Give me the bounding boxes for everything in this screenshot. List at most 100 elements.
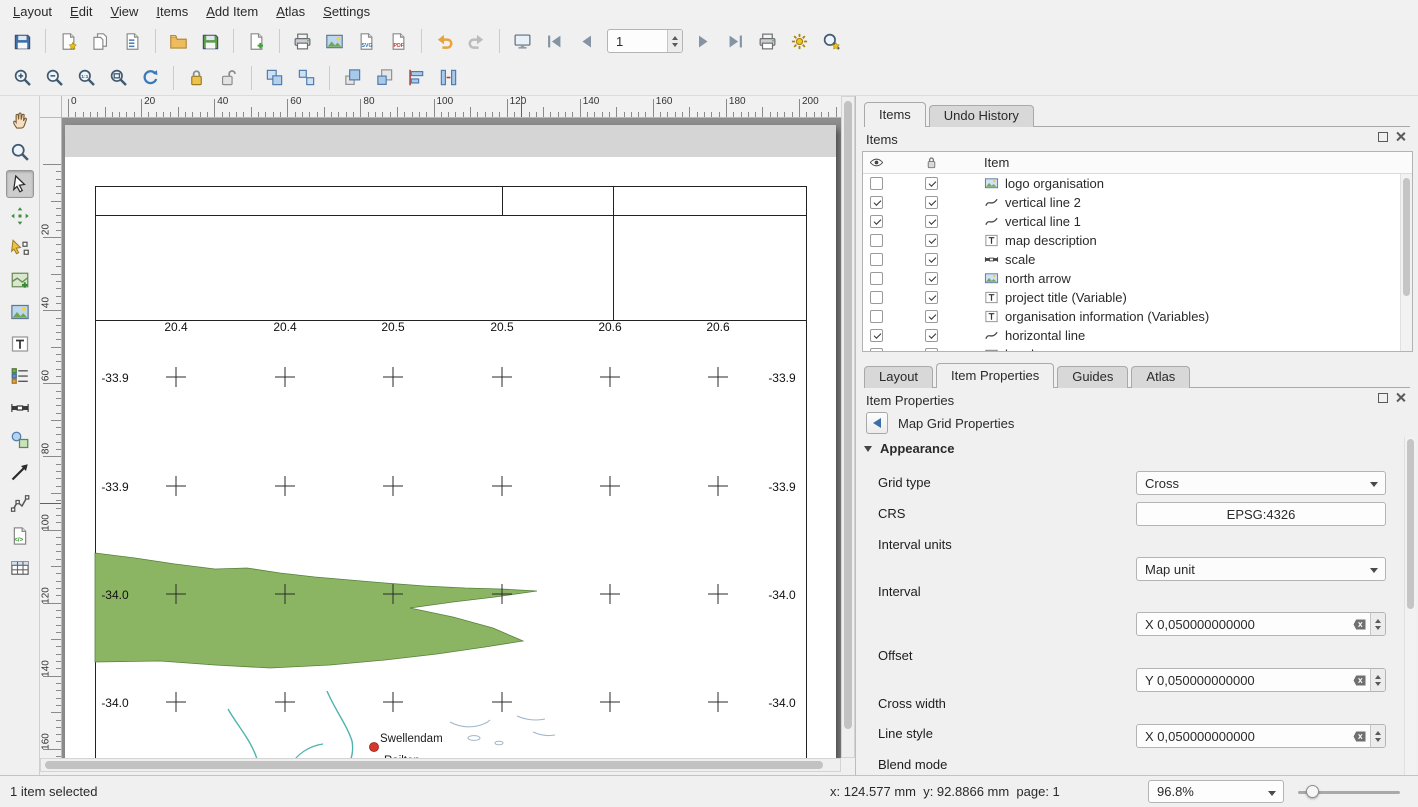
item-visibility-checkbox[interactable] bbox=[870, 291, 883, 304]
menu-items[interactable]: Items bbox=[147, 2, 197, 21]
items-tree-row[interactable]: map description bbox=[863, 231, 1412, 250]
tab-item-properties[interactable]: Item Properties bbox=[936, 363, 1054, 388]
scrollbar-thumb[interactable] bbox=[1407, 439, 1414, 609]
interval-y-input[interactable]: Y 0,050000000000 bbox=[1136, 668, 1386, 692]
unlock-items-button[interactable] bbox=[214, 63, 243, 92]
items-tree-row[interactable]: organisation information (Variables) bbox=[863, 307, 1412, 326]
tab-undo-history[interactable]: Undo History bbox=[929, 105, 1034, 127]
items-tree-scrollbar[interactable] bbox=[1400, 174, 1412, 351]
items-tree-row[interactable]: project title (Variable) bbox=[863, 288, 1412, 307]
align-items-button[interactable] bbox=[402, 63, 431, 92]
save-as-template-button[interactable] bbox=[196, 27, 225, 56]
map-frame[interactable] bbox=[96, 321, 807, 759]
atlas-export-button[interactable] bbox=[817, 27, 846, 56]
zoom-slider[interactable] bbox=[1298, 784, 1400, 800]
header-frame[interactable] bbox=[96, 187, 807, 321]
atlas-next-feature-button[interactable] bbox=[689, 27, 718, 56]
add-scalebar-tool-button[interactable] bbox=[6, 394, 34, 422]
atlas-page-input[interactable]: 1 bbox=[607, 29, 683, 53]
load-template-button[interactable] bbox=[164, 27, 193, 56]
item-visibility-checkbox[interactable] bbox=[870, 253, 883, 266]
close-panel-icon[interactable] bbox=[1395, 392, 1406, 403]
items-tree-row[interactable]: vertical line 2 bbox=[863, 193, 1412, 212]
tab-guides[interactable]: Guides bbox=[1057, 366, 1128, 388]
clear-value-icon[interactable] bbox=[1353, 731, 1366, 742]
float-panel-icon[interactable] bbox=[1378, 393, 1388, 403]
vertical-ruler[interactable]: 20406080100120140160 bbox=[40, 118, 62, 758]
zoom-full-button[interactable] bbox=[104, 63, 133, 92]
export-pdf-button[interactable]: PDF bbox=[384, 27, 413, 56]
horizontal-ruler[interactable]: 020406080100120140160180200 bbox=[62, 96, 841, 118]
atlas-first-feature-button[interactable] bbox=[540, 27, 569, 56]
map-item[interactable]: SwellendamRailton 20.420.420.520.520.620… bbox=[95, 320, 807, 758]
item-lock-checkbox[interactable] bbox=[925, 329, 938, 342]
export-svg-button[interactable]: SVG bbox=[352, 27, 381, 56]
add-picture-tool-button[interactable] bbox=[6, 298, 34, 326]
add-node-item-tool-button[interactable] bbox=[6, 490, 34, 518]
scrollbar-thumb[interactable] bbox=[844, 101, 852, 729]
lower-items-button[interactable] bbox=[370, 63, 399, 92]
add-shape-tool-button[interactable] bbox=[6, 426, 34, 454]
export-image-button[interactable] bbox=[320, 27, 349, 56]
grid-type-select[interactable]: Cross bbox=[1136, 471, 1386, 495]
add-table-tool-button[interactable] bbox=[6, 554, 34, 582]
menu-edit[interactable]: Edit bbox=[61, 2, 101, 21]
atlas-settings-button[interactable] bbox=[785, 27, 814, 56]
spin-buttons[interactable] bbox=[1370, 669, 1385, 691]
raise-items-button[interactable] bbox=[338, 63, 367, 92]
ungroup-items-button[interactable] bbox=[292, 63, 321, 92]
select-move-tool-button[interactable] bbox=[6, 170, 34, 198]
print-layout-button[interactable] bbox=[288, 27, 317, 56]
item-visibility-checkbox[interactable] bbox=[870, 234, 883, 247]
item-visibility-checkbox[interactable] bbox=[870, 329, 883, 342]
layout-page[interactable]: SwellendamRailton 20.420.420.520.520.620… bbox=[65, 125, 836, 758]
zoom-actual-button[interactable]: 1:1 bbox=[72, 63, 101, 92]
item-lock-checkbox[interactable] bbox=[925, 291, 938, 304]
clear-value-icon[interactable] bbox=[1353, 619, 1366, 630]
clear-value-icon[interactable] bbox=[1353, 675, 1366, 686]
zoom-out-button[interactable] bbox=[40, 63, 69, 92]
redo-button[interactable] bbox=[462, 27, 491, 56]
menu-settings[interactable]: Settings bbox=[314, 2, 379, 21]
item-lock-checkbox[interactable] bbox=[925, 215, 938, 228]
crs-button[interactable]: EPSG:4326 bbox=[1136, 502, 1386, 526]
zoom-tool-button[interactable] bbox=[6, 138, 34, 166]
layout-viewport[interactable]: SwellendamRailton 20.420.420.520.520.620… bbox=[62, 118, 841, 758]
atlas-last-feature-button[interactable] bbox=[721, 27, 750, 56]
menu-view[interactable]: View bbox=[101, 2, 147, 21]
zoom-slider-handle[interactable] bbox=[1306, 785, 1319, 798]
menu-layout[interactable]: Layout bbox=[4, 2, 61, 21]
tab-items[interactable]: Items bbox=[864, 102, 926, 127]
item-visibility-checkbox[interactable] bbox=[870, 196, 883, 209]
canvas-horizontal-scrollbar[interactable] bbox=[40, 758, 841, 772]
item-lock-checkbox[interactable] bbox=[925, 234, 938, 247]
group-items-button[interactable] bbox=[260, 63, 289, 92]
duplicate-layout-button[interactable] bbox=[86, 27, 115, 56]
distribute-items-button[interactable] bbox=[434, 63, 463, 92]
item-visibility-checkbox[interactable] bbox=[870, 215, 883, 228]
lock-items-button[interactable] bbox=[182, 63, 211, 92]
back-button[interactable] bbox=[866, 412, 888, 434]
item-visibility-checkbox[interactable] bbox=[870, 348, 883, 352]
undo-button[interactable] bbox=[430, 27, 459, 56]
save-project-button[interactable] bbox=[8, 27, 37, 56]
atlas-preview-button[interactable] bbox=[508, 27, 537, 56]
item-visibility-checkbox[interactable] bbox=[870, 177, 883, 190]
appearance-section-header[interactable]: Appearance bbox=[864, 441, 954, 456]
spin-buttons[interactable] bbox=[1370, 725, 1385, 747]
item-lock-checkbox[interactable] bbox=[925, 177, 938, 190]
interval-x-input[interactable]: X 0,050000000000 bbox=[1136, 612, 1386, 636]
item-lock-checkbox[interactable] bbox=[925, 196, 938, 209]
item-lock-checkbox[interactable] bbox=[925, 272, 938, 285]
item-visibility-checkbox[interactable] bbox=[870, 310, 883, 323]
item-lock-checkbox[interactable] bbox=[925, 310, 938, 323]
new-layout-button[interactable] bbox=[54, 27, 83, 56]
interval-units-select[interactable]: Map unit bbox=[1136, 557, 1386, 581]
pan-tool-button[interactable] bbox=[6, 106, 34, 134]
atlas-previous-feature-button[interactable] bbox=[572, 27, 601, 56]
add-html-tool-button[interactable]: </> bbox=[6, 522, 34, 550]
menu-atlas[interactable]: Atlas bbox=[267, 2, 314, 21]
add-legend-tool-button[interactable] bbox=[6, 362, 34, 390]
add-arrow-tool-button[interactable] bbox=[6, 458, 34, 486]
items-tree-row[interactable]: header bbox=[863, 345, 1412, 352]
